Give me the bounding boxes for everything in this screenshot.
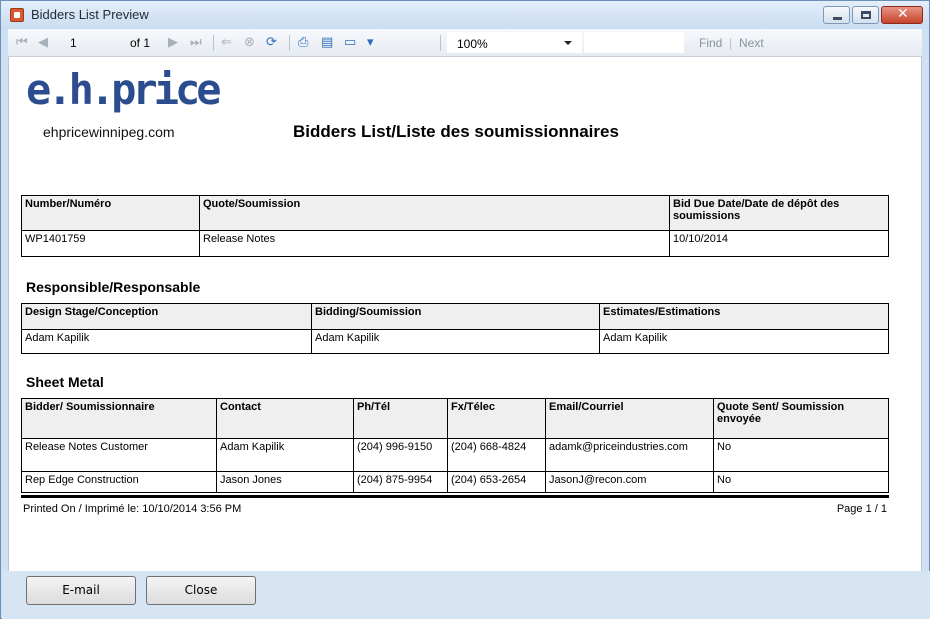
- table-cell: No: [713, 438, 889, 472]
- email-button[interactable]: E-mail: [26, 576, 136, 605]
- table-cell: Adam Kapilik: [311, 329, 600, 354]
- table-cell: (204) 653-2654: [447, 471, 546, 493]
- table-cell: Release Notes Customer: [21, 438, 217, 472]
- company-website: ehpricewinnipeg.com: [43, 124, 175, 140]
- print-layout-icon[interactable]: ▤: [321, 35, 333, 50]
- table-cell: Adam Kapilik: [21, 329, 312, 354]
- report-viewer[interactable]: e.h.price ehpricewinnipeg.com Bidders Li…: [8, 57, 922, 571]
- column-header: Quote/Soumission: [199, 195, 670, 231]
- quote-table: Number/Numéro Quote/Soumission Bid Due D…: [21, 195, 889, 257]
- page-count-label: of 1: [130, 36, 151, 50]
- app-icon: [10, 8, 24, 22]
- column-header: Email/Courriel: [545, 398, 714, 439]
- title-bar[interactable]: Bidders List Preview ✕: [1, 1, 929, 29]
- column-header: Bidder/ Soumissionnaire: [21, 398, 217, 439]
- table-cell: (204) 996-9150: [353, 438, 448, 472]
- current-page-input[interactable]: 1: [70, 36, 77, 50]
- table-cell: No: [713, 471, 889, 493]
- maximize-button[interactable]: [852, 6, 879, 24]
- minimize-icon: [833, 17, 842, 20]
- table-cell: (204) 875-9954: [353, 471, 448, 493]
- responsible-heading: Responsible/Responsable: [26, 279, 201, 295]
- column-header: Ph/Tél: [353, 398, 448, 439]
- column-header: Bid Due Date/Date de dépôt des soumissio…: [669, 195, 889, 231]
- refresh-icon[interactable]: ⟳: [266, 35, 277, 50]
- next-page-icon[interactable]: ▶: [168, 35, 178, 50]
- table-row: Release Notes Customer Adam Kapilik (204…: [21, 438, 889, 472]
- column-header: Number/Numéro: [21, 195, 200, 231]
- window-title: Bidders List Preview: [31, 7, 149, 22]
- export-icon[interactable]: ▾: [367, 35, 374, 50]
- report-toolbar: ⏮ ◀ 1 of 1 ▶ ⏭ ⇐ ⊗ ⟳ ⎙ ▤ ▭ ▾ 100% Find |…: [8, 29, 922, 57]
- last-page-icon[interactable]: ⏭: [190, 35, 202, 50]
- find-link[interactable]: Find: [699, 36, 722, 50]
- close-window-button[interactable]: ✕: [881, 6, 923, 24]
- printed-on-label: Printed On / Imprimé le: 10/10/2014 3:56…: [23, 503, 242, 515]
- table-cell: adamk@priceindustries.com: [545, 438, 714, 472]
- table-header-row: Design Stage/Conception Bidding/Soumissi…: [21, 303, 889, 330]
- window: Bidders List Preview ✕ ⏮ ◀ 1 of 1 ▶ ⏭ ⇐ …: [0, 0, 930, 619]
- previous-page-icon[interactable]: ◀: [38, 35, 48, 50]
- table-cell: Rep Edge Construction: [21, 471, 217, 493]
- stop-icon[interactable]: ⊗: [244, 35, 255, 50]
- column-header: Contact: [216, 398, 354, 439]
- column-header: Design Stage/Conception: [21, 303, 312, 330]
- company-logo: e.h.price: [26, 65, 222, 114]
- column-header: Bidding/Soumission: [311, 303, 600, 330]
- footer-divider: [21, 495, 889, 498]
- responsible-table: Design Stage/Conception Bidding/Soumissi…: [21, 303, 889, 354]
- table-cell: Adam Kapilik: [599, 329, 889, 354]
- close-icon: ✕: [897, 6, 909, 22]
- table-row: Rep Edge Construction Jason Jones (204) …: [21, 471, 889, 493]
- minimize-button[interactable]: [823, 6, 850, 24]
- bidders-table: Bidder/ Soumissionnaire Contact Ph/Tél F…: [21, 398, 889, 493]
- table-cell: Release Notes: [199, 230, 670, 257]
- find-separator: |: [729, 36, 733, 50]
- table-header-row: Bidder/ Soumissionnaire Contact Ph/Tél F…: [21, 398, 889, 439]
- button-bar: E-mail Close: [2, 571, 930, 619]
- page-setup-icon[interactable]: ▭: [344, 35, 356, 50]
- table-cell: Adam Kapilik: [216, 438, 354, 472]
- column-header: Estimates/Estimations: [599, 303, 889, 330]
- column-header: Quote Sent/ Soumission envoyée: [713, 398, 889, 439]
- table-row: WP1401759 Release Notes 10/10/2014: [21, 230, 889, 257]
- page-number: Page 1 / 1: [836, 503, 887, 515]
- table-cell: Jason Jones: [216, 471, 354, 493]
- zoom-select[interactable]: 100%: [447, 32, 582, 53]
- close-button[interactable]: Close: [146, 576, 256, 605]
- table-cell: WP1401759: [21, 230, 200, 257]
- chevron-down-icon: [564, 41, 572, 45]
- zoom-value: 100%: [457, 37, 488, 51]
- first-page-icon[interactable]: ⏮: [16, 35, 28, 50]
- toolbar-divider: [289, 35, 290, 51]
- maximize-icon: [861, 11, 871, 19]
- back-icon[interactable]: ⇐: [221, 35, 232, 50]
- table-cell: 10/10/2014: [669, 230, 889, 257]
- table-cell: JasonJ@recon.com: [545, 471, 714, 493]
- table-row: Adam Kapilik Adam Kapilik Adam Kapilik: [21, 329, 889, 354]
- toolbar-divider: [440, 35, 441, 51]
- find-input[interactable]: [584, 32, 684, 53]
- toolbar-divider: [213, 35, 214, 51]
- table-header-row: Number/Numéro Quote/Soumission Bid Due D…: [21, 195, 889, 231]
- report-title: Bidders List/Liste des soumissionnaires: [293, 122, 619, 141]
- print-icon[interactable]: ⎙: [298, 35, 308, 50]
- sheet-metal-heading: Sheet Metal: [26, 374, 104, 390]
- table-cell: (204) 668-4824: [447, 438, 546, 472]
- next-link[interactable]: Next: [739, 36, 764, 50]
- column-header: Fx/Télec: [447, 398, 546, 439]
